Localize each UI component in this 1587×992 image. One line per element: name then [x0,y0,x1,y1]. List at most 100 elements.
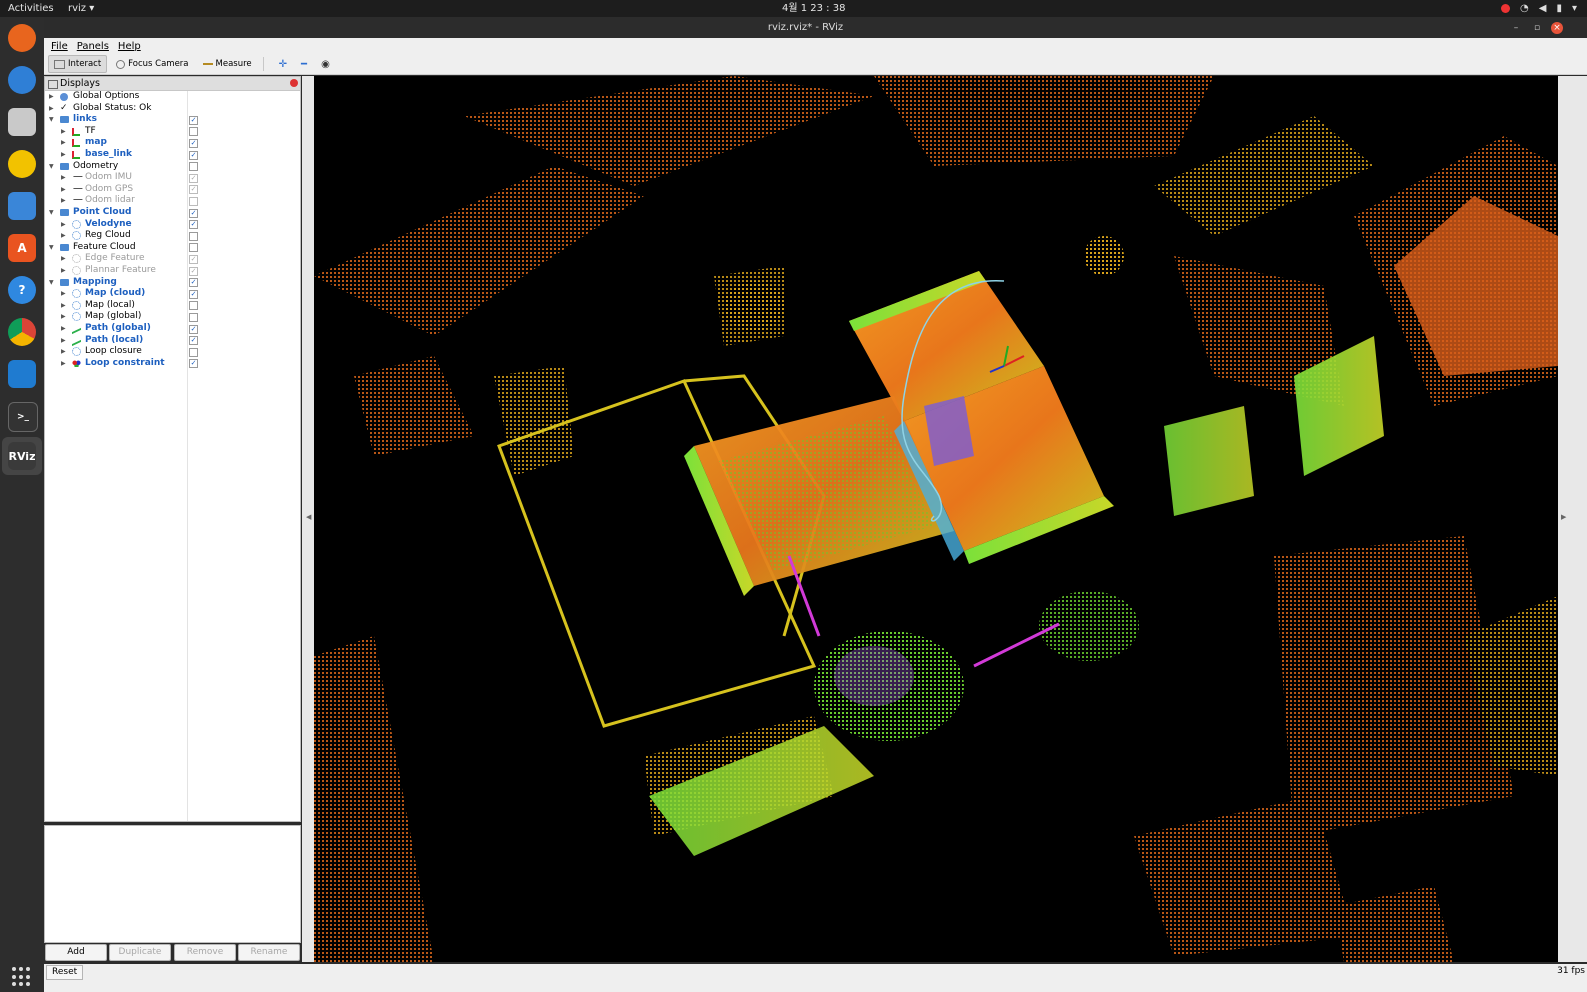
tree-row-mapping[interactable]: ▼ Mapping ✓ [45,277,300,289]
checkbox-checked[interactable]: ✓ [189,220,198,230]
tree-row-loop-closure[interactable]: ▶ Loop closure [45,346,300,358]
checkbox-checked[interactable]: ✓ [189,359,198,369]
rename-button[interactable]: Rename [238,944,300,961]
writer-icon[interactable] [8,192,36,220]
close-panel-icon[interactable] [290,79,298,87]
activities-button[interactable]: Activities [8,0,54,17]
expand-arrow-icon[interactable]: ▶ [61,358,66,370]
collapse-arrow-icon[interactable]: ▼ [49,242,54,254]
tree-row-path-global[interactable]: ▶ Path (global) ✓ [45,323,300,335]
tree-row-plannar-feature[interactable]: ▶ Plannar Feature ✓ [45,265,300,277]
maximize-icon[interactable]: ▫ [1531,22,1543,34]
expand-arrow-icon[interactable]: ▶ [61,346,66,358]
system-tray[interactable]: ◔ ◀ ▮ ▾ [1501,0,1577,17]
tree-row-odometry[interactable]: ▼ Odometry [45,161,300,173]
tree-row-velodyne[interactable]: ▶ Velodyne ✓ [45,219,300,231]
checkbox-checked[interactable]: ✓ [189,278,198,288]
expand-arrow-icon[interactable]: ▶ [61,230,66,242]
rhythmbox-icon[interactable] [8,150,36,178]
checkbox-unchecked[interactable] [189,162,198,172]
expand-arrow-icon[interactable]: ▶ [49,91,54,103]
checkbox-unchecked[interactable] [189,196,198,206]
checkbox-unchecked[interactable] [189,312,198,322]
tree-row-path-local[interactable]: ▶ Path (local) ✓ [45,335,300,347]
remove-button[interactable]: Remove [174,944,236,961]
vscode-icon[interactable] [8,360,36,388]
duplicate-button[interactable]: Duplicate [109,944,171,961]
collapse-right-icon[interactable]: ▶ [1561,513,1566,521]
left-splitter[interactable]: ◀ [302,76,314,962]
checkbox-unchecked[interactable] [189,301,198,311]
checkbox-checked[interactable]: ✓ [189,254,198,264]
remove-tool-button[interactable]: ━ [296,56,312,72]
tree-row-global-status[interactable]: ▶ ✓ Global Status: Ok [45,103,300,115]
tree-row-reg-cloud[interactable]: ▶ Reg Cloud [45,230,300,242]
rviz-icon[interactable]: RViz [8,442,36,470]
expand-arrow-icon[interactable]: ▶ [61,265,66,277]
expand-arrow-icon[interactable]: ▶ [61,311,66,323]
checkbox-checked[interactable]: ✓ [189,324,198,334]
menu-panels[interactable]: Panels [77,41,109,52]
menu-help[interactable]: Help [118,41,141,52]
interact-tool-button[interactable]: Interact [48,55,108,73]
add-button[interactable]: Add [45,944,107,961]
tree-row-map-global[interactable]: ▶ Map (global) [45,311,300,323]
add-tool-button[interactable]: ✛ [274,56,292,72]
expand-arrow-icon[interactable]: ▶ [61,288,66,300]
help-icon[interactable]: ? [8,276,36,304]
collapse-arrow-icon[interactable]: ▼ [49,277,54,289]
checkbox-checked[interactable]: ✓ [189,208,198,218]
tree-row-odom-imu[interactable]: ▶ Odom IMU ✓ [45,172,300,184]
expand-arrow-icon[interactable]: ▶ [61,172,66,184]
expand-arrow-icon[interactable]: ▶ [61,323,66,335]
checkbox-checked[interactable]: ✓ [189,115,198,125]
firefox-icon[interactable] [8,24,36,52]
collapse-left-icon[interactable]: ◀ [306,513,311,521]
app-menu[interactable]: rviz ▾ [68,0,94,17]
tree-row-links[interactable]: ▼ links ✓ [45,114,300,126]
checkbox-checked[interactable]: ✓ [189,266,198,276]
expand-arrow-icon[interactable]: ▶ [61,126,66,138]
measure-tool-button[interactable]: Measure [198,56,257,72]
thunderbird-icon[interactable] [8,66,36,94]
collapse-arrow-icon[interactable]: ▼ [49,161,54,173]
tree-row-odom-lidar[interactable]: ▶ Odom lidar [45,195,300,207]
expand-arrow-icon[interactable]: ▶ [61,149,66,161]
show-apps-icon[interactable] [12,967,32,987]
expand-arrow-icon[interactable]: ▶ [61,335,66,347]
tree-row-global-options[interactable]: ▶ Global Options [45,91,300,103]
minimize-icon[interactable]: – [1510,22,1522,34]
expand-arrow-icon[interactable]: ▶ [61,184,66,196]
terminal-icon[interactable]: >_ [8,402,38,432]
tree-row-base-link[interactable]: ▶ base_link ✓ [45,149,300,161]
files-icon[interactable] [8,108,36,136]
checkbox-checked[interactable]: ✓ [189,138,198,148]
checkbox-checked[interactable]: ✓ [189,173,198,183]
menu-file[interactable]: File [51,41,68,52]
clock[interactable]: 4월 1 23 : 38 [782,0,845,17]
expand-arrow-icon[interactable]: ▶ [61,219,66,231]
tree-row-loop-constraint[interactable]: ▶ Loop constraint ✓ [45,358,300,370]
tree-row-map-cloud[interactable]: ▶ Map (cloud) ✓ [45,288,300,300]
reset-button[interactable]: Reset [46,965,84,980]
expand-arrow-icon[interactable]: ▶ [49,103,54,115]
collapse-arrow-icon[interactable]: ▼ [49,207,54,219]
expand-arrow-icon[interactable]: ▶ [61,253,66,265]
checkbox-unchecked[interactable] [189,243,198,253]
tree-row-feature-cloud[interactable]: ▼ Feature Cloud [45,242,300,254]
tree-row-tf[interactable]: ▶ TF [45,126,300,138]
expand-arrow-icon[interactable]: ▶ [61,195,66,207]
chrome-icon[interactable] [8,318,36,346]
collapse-arrow-icon[interactable]: ▼ [49,114,54,126]
checkbox-checked[interactable]: ✓ [189,336,198,346]
checkbox-unchecked[interactable] [189,347,198,357]
tree-row-odom-gps[interactable]: ▶ Odom GPS ✓ [45,184,300,196]
tree-row-edge-feature[interactable]: ▶ Edge Feature ✓ [45,253,300,265]
window-title-bar[interactable]: rviz.rviz* - RViz – ▫ × [44,17,1587,38]
checkbox-unchecked[interactable] [189,127,198,137]
tool-properties-button[interactable]: ◉ [316,56,335,72]
software-center-icon[interactable]: A [8,234,36,262]
checkbox-unchecked[interactable] [189,231,198,241]
checkbox-checked[interactable]: ✓ [189,150,198,160]
tree-row-map[interactable]: ▶ map ✓ [45,137,300,149]
